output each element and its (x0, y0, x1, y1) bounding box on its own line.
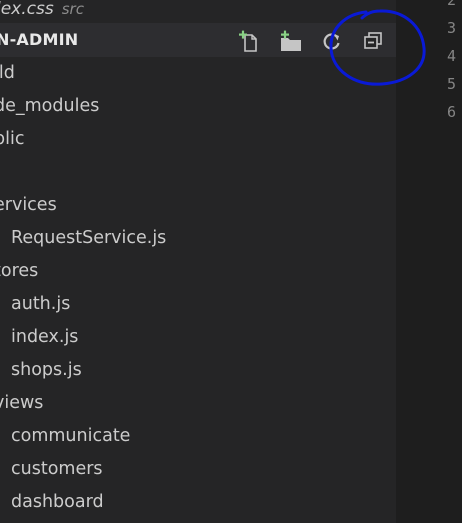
line-number: 6 (447, 103, 457, 121)
tree-folder[interactable]: tores (0, 255, 396, 288)
tree-item-label: auth.js (11, 294, 71, 314)
tree-file[interactable]: shops.js (0, 354, 396, 387)
tree-folder[interactable]: de_modules (0, 90, 396, 123)
tree-folder[interactable]: blic (0, 123, 396, 156)
tree-folder[interactable] (0, 156, 396, 189)
tree-file[interactable]: customers (0, 453, 396, 486)
tree-item-label: dashboard (11, 492, 104, 512)
tree-item-label: views (0, 393, 44, 413)
line-number: 3 (447, 19, 457, 37)
new-folder-icon[interactable] (279, 30, 303, 52)
editor-window: lex.css src N-ADMIN ld de_modules lic er… (0, 0, 462, 523)
tree-file[interactable]: dashboard (0, 486, 396, 519)
tree-item-label: customers (11, 459, 103, 479)
file-tree: ild de_modulesblic ervices RequestService.j… (0, 57, 396, 519)
tree-file[interactable]: communicate (0, 420, 396, 453)
refresh-icon[interactable] (320, 30, 344, 52)
open-editor-filename: lex.css (0, 0, 54, 19)
tree-item-label: blic (0, 129, 25, 149)
line-number: 4 (447, 47, 457, 65)
tree-file[interactable]: RequestService.js (0, 222, 396, 255)
tree-file[interactable]: index.js (0, 321, 396, 354)
project-title: N-ADMIN (0, 30, 79, 49)
line-number: 5 (447, 75, 457, 93)
tree-item-label: communicate (11, 426, 131, 446)
tree-item-label: RequestService.js (11, 228, 167, 248)
tree-folder[interactable]: views (0, 387, 396, 420)
explorer-panel: lex.css src N-ADMIN ld de_modules lic er… (0, 0, 396, 523)
tree-item-label: index.js (11, 327, 79, 347)
line-number: 2 (447, 0, 457, 9)
tree-folder[interactable]: ervices (0, 189, 396, 222)
tree-item-label: ervices (0, 195, 57, 215)
tree-file[interactable]: auth.js (0, 288, 396, 321)
open-editor-item[interactable]: lex.css src (0, 0, 396, 22)
collapse-all-icon[interactable] (362, 30, 386, 52)
new-file-icon[interactable] (236, 30, 260, 52)
tree-item-label: de_modules (0, 96, 100, 116)
open-editor-directory: src (61, 0, 84, 18)
line-number-gutter: 2 3 4 5 6 (396, 0, 462, 523)
tree-item-label: tores (0, 261, 39, 281)
tree-item-label: shops.js (11, 360, 82, 380)
tree-folder[interactable]: ild (0, 57, 396, 90)
tree-item-label: ild (0, 63, 15, 83)
